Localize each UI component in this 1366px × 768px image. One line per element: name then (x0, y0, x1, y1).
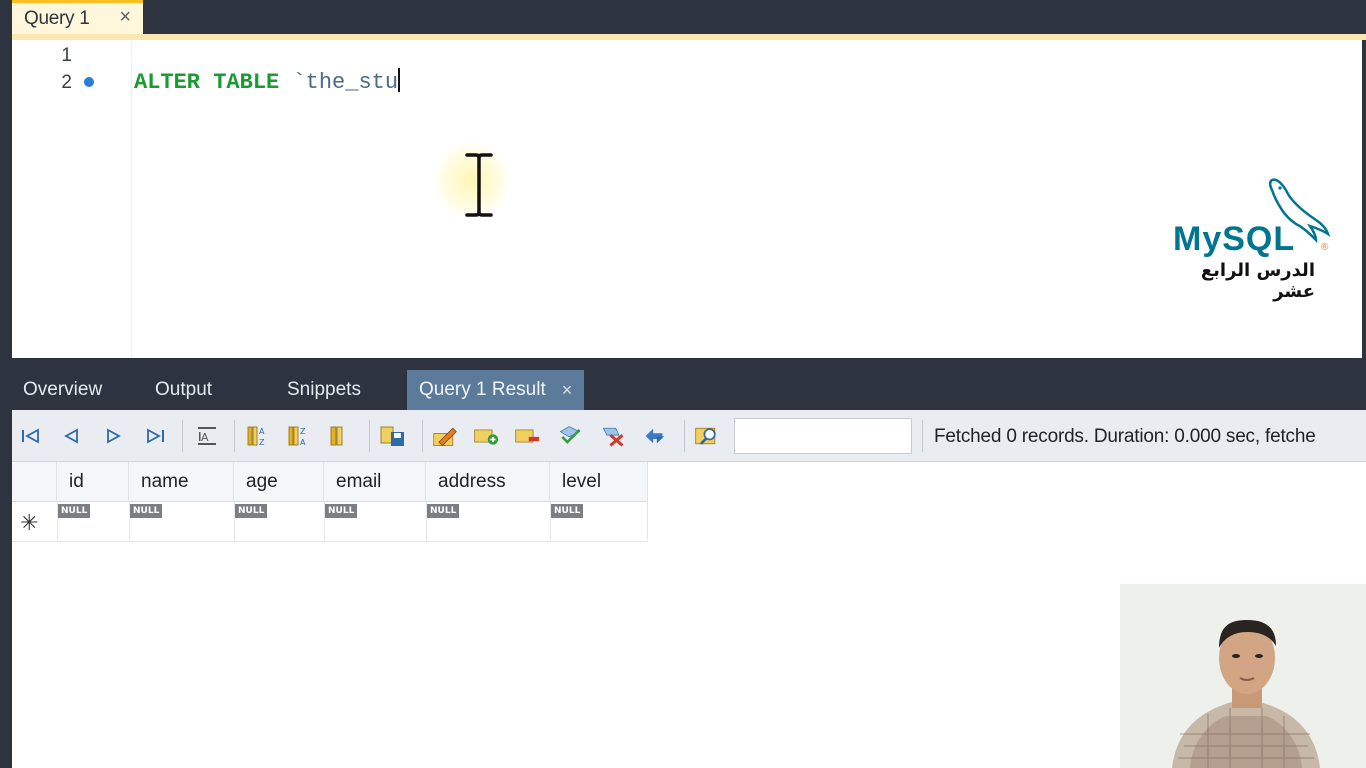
modified-line-marker-icon (84, 77, 94, 87)
column-header-level[interactable]: level (550, 462, 648, 502)
column-header-name[interactable]: name (129, 462, 234, 502)
editor-right-edge (1362, 40, 1366, 358)
logo-sql: SQL (1222, 220, 1296, 258)
line-number: 2 (61, 72, 72, 93)
toolbar-separator (369, 420, 370, 452)
close-icon[interactable]: × (562, 380, 573, 401)
column-header-age[interactable]: age (234, 462, 324, 502)
line-number-gutter: 1 2 (12, 40, 132, 358)
result-tab-bar: Overview Output Snippets Query 1 Result × (0, 358, 1366, 410)
toolbar-separator (422, 420, 423, 452)
null-badge: NULL (551, 504, 584, 518)
sql-identifier: `the_stu (292, 70, 399, 95)
filter-input[interactable] (734, 418, 912, 454)
svg-text:A: A (300, 438, 306, 447)
tab-query-1-result[interactable]: Query 1 Result × (407, 370, 585, 410)
registered-mark: ® (1321, 242, 1329, 253)
tab-query-1[interactable]: Query 1 × (12, 0, 143, 34)
result-grid[interactable]: id name age email address level ✳ NULL N… (12, 462, 648, 542)
logo-my: My (1173, 220, 1223, 258)
svg-text:Z: Z (259, 438, 265, 447)
tab-label: Overview (23, 379, 103, 400)
lesson-caption: الدرس الرابع عشر (1200, 260, 1315, 302)
tab-output[interactable]: Output (155, 370, 212, 410)
tab-label: Snippets (287, 379, 361, 400)
first-record-icon[interactable] (18, 423, 44, 449)
svg-text:Z: Z (300, 427, 306, 436)
text-caret (398, 68, 401, 92)
svg-text:A: A (201, 431, 209, 444)
null-badge: NULL (235, 504, 268, 518)
add-row-icon[interactable] (473, 423, 499, 449)
new-row[interactable]: ✳ NULL NULL NULL NULL NULL NULL (12, 502, 648, 542)
refresh-icon[interactable] (642, 423, 668, 449)
column-icon[interactable] (326, 423, 352, 449)
row-header-corner (12, 462, 57, 502)
tab-query-1-label: Query 1 (24, 7, 90, 29)
mysql-workbench-window: Query 1 × 1 2 ALTER TABLE `the_stu MySQL… (0, 0, 1366, 768)
column-header-address[interactable]: address (426, 462, 550, 502)
close-icon[interactable]: × (119, 6, 131, 29)
null-badge: NULL (325, 504, 358, 518)
sql-keyword: TABLE (213, 70, 280, 95)
find-icon[interactable] (694, 423, 720, 449)
apply-icon[interactable] (557, 423, 583, 449)
edit-icon[interactable] (432, 423, 458, 449)
presenter-video (1120, 584, 1366, 768)
svg-text:A: A (259, 427, 265, 436)
toolbar-separator (684, 420, 685, 452)
next-record-icon[interactable] (100, 423, 126, 449)
delete-row-icon[interactable] (514, 423, 540, 449)
null-badge: NULL (427, 504, 460, 518)
new-row-marker-icon: ✳ (20, 510, 39, 535)
grid-header: id name age email address level (12, 462, 648, 502)
cancel-icon[interactable] (600, 423, 626, 449)
editor-tab-bar: Query 1 × (0, 0, 1366, 34)
mysql-logo-text: MySQL (1173, 220, 1295, 259)
last-record-icon[interactable] (142, 423, 168, 449)
null-badge: NULL (130, 504, 163, 518)
save-export-icon[interactable] (380, 423, 406, 449)
column-header-email[interactable]: email (324, 462, 426, 502)
code-line[interactable]: ALTER TABLE `the_stu (134, 68, 401, 95)
column-header-id[interactable]: id (57, 462, 129, 502)
cell-divider (647, 502, 648, 542)
line-number: 1 (61, 45, 72, 66)
toolbar-separator (182, 420, 183, 452)
toolbar-separator (922, 420, 923, 452)
toolbar-separator (234, 420, 235, 452)
text-view-icon[interactable]: A (194, 423, 220, 449)
tab-snippets[interactable]: Snippets (287, 370, 361, 410)
sql-editor[interactable]: 1 2 ALTER TABLE `the_stu (12, 40, 1366, 358)
tab-overview[interactable]: Overview (23, 370, 102, 410)
sort-ascending-icon[interactable]: AZ (245, 423, 271, 449)
sort-descending-icon[interactable]: ZA (286, 423, 312, 449)
previous-record-icon[interactable] (59, 423, 85, 449)
result-toolbar: A AZ ZA Fetched 0 records. Duration: 0.0… (12, 410, 1366, 462)
ibeam-cursor-icon (465, 153, 493, 217)
sql-keyword: ALTER (134, 70, 201, 95)
tab-label: Query 1 Result (419, 379, 546, 400)
webcam-overlay (1120, 584, 1366, 768)
fetch-status-text: Fetched 0 records. Duration: 0.000 sec, … (934, 426, 1316, 447)
tab-label: Output (155, 379, 213, 400)
null-badge: NULL (58, 504, 91, 518)
